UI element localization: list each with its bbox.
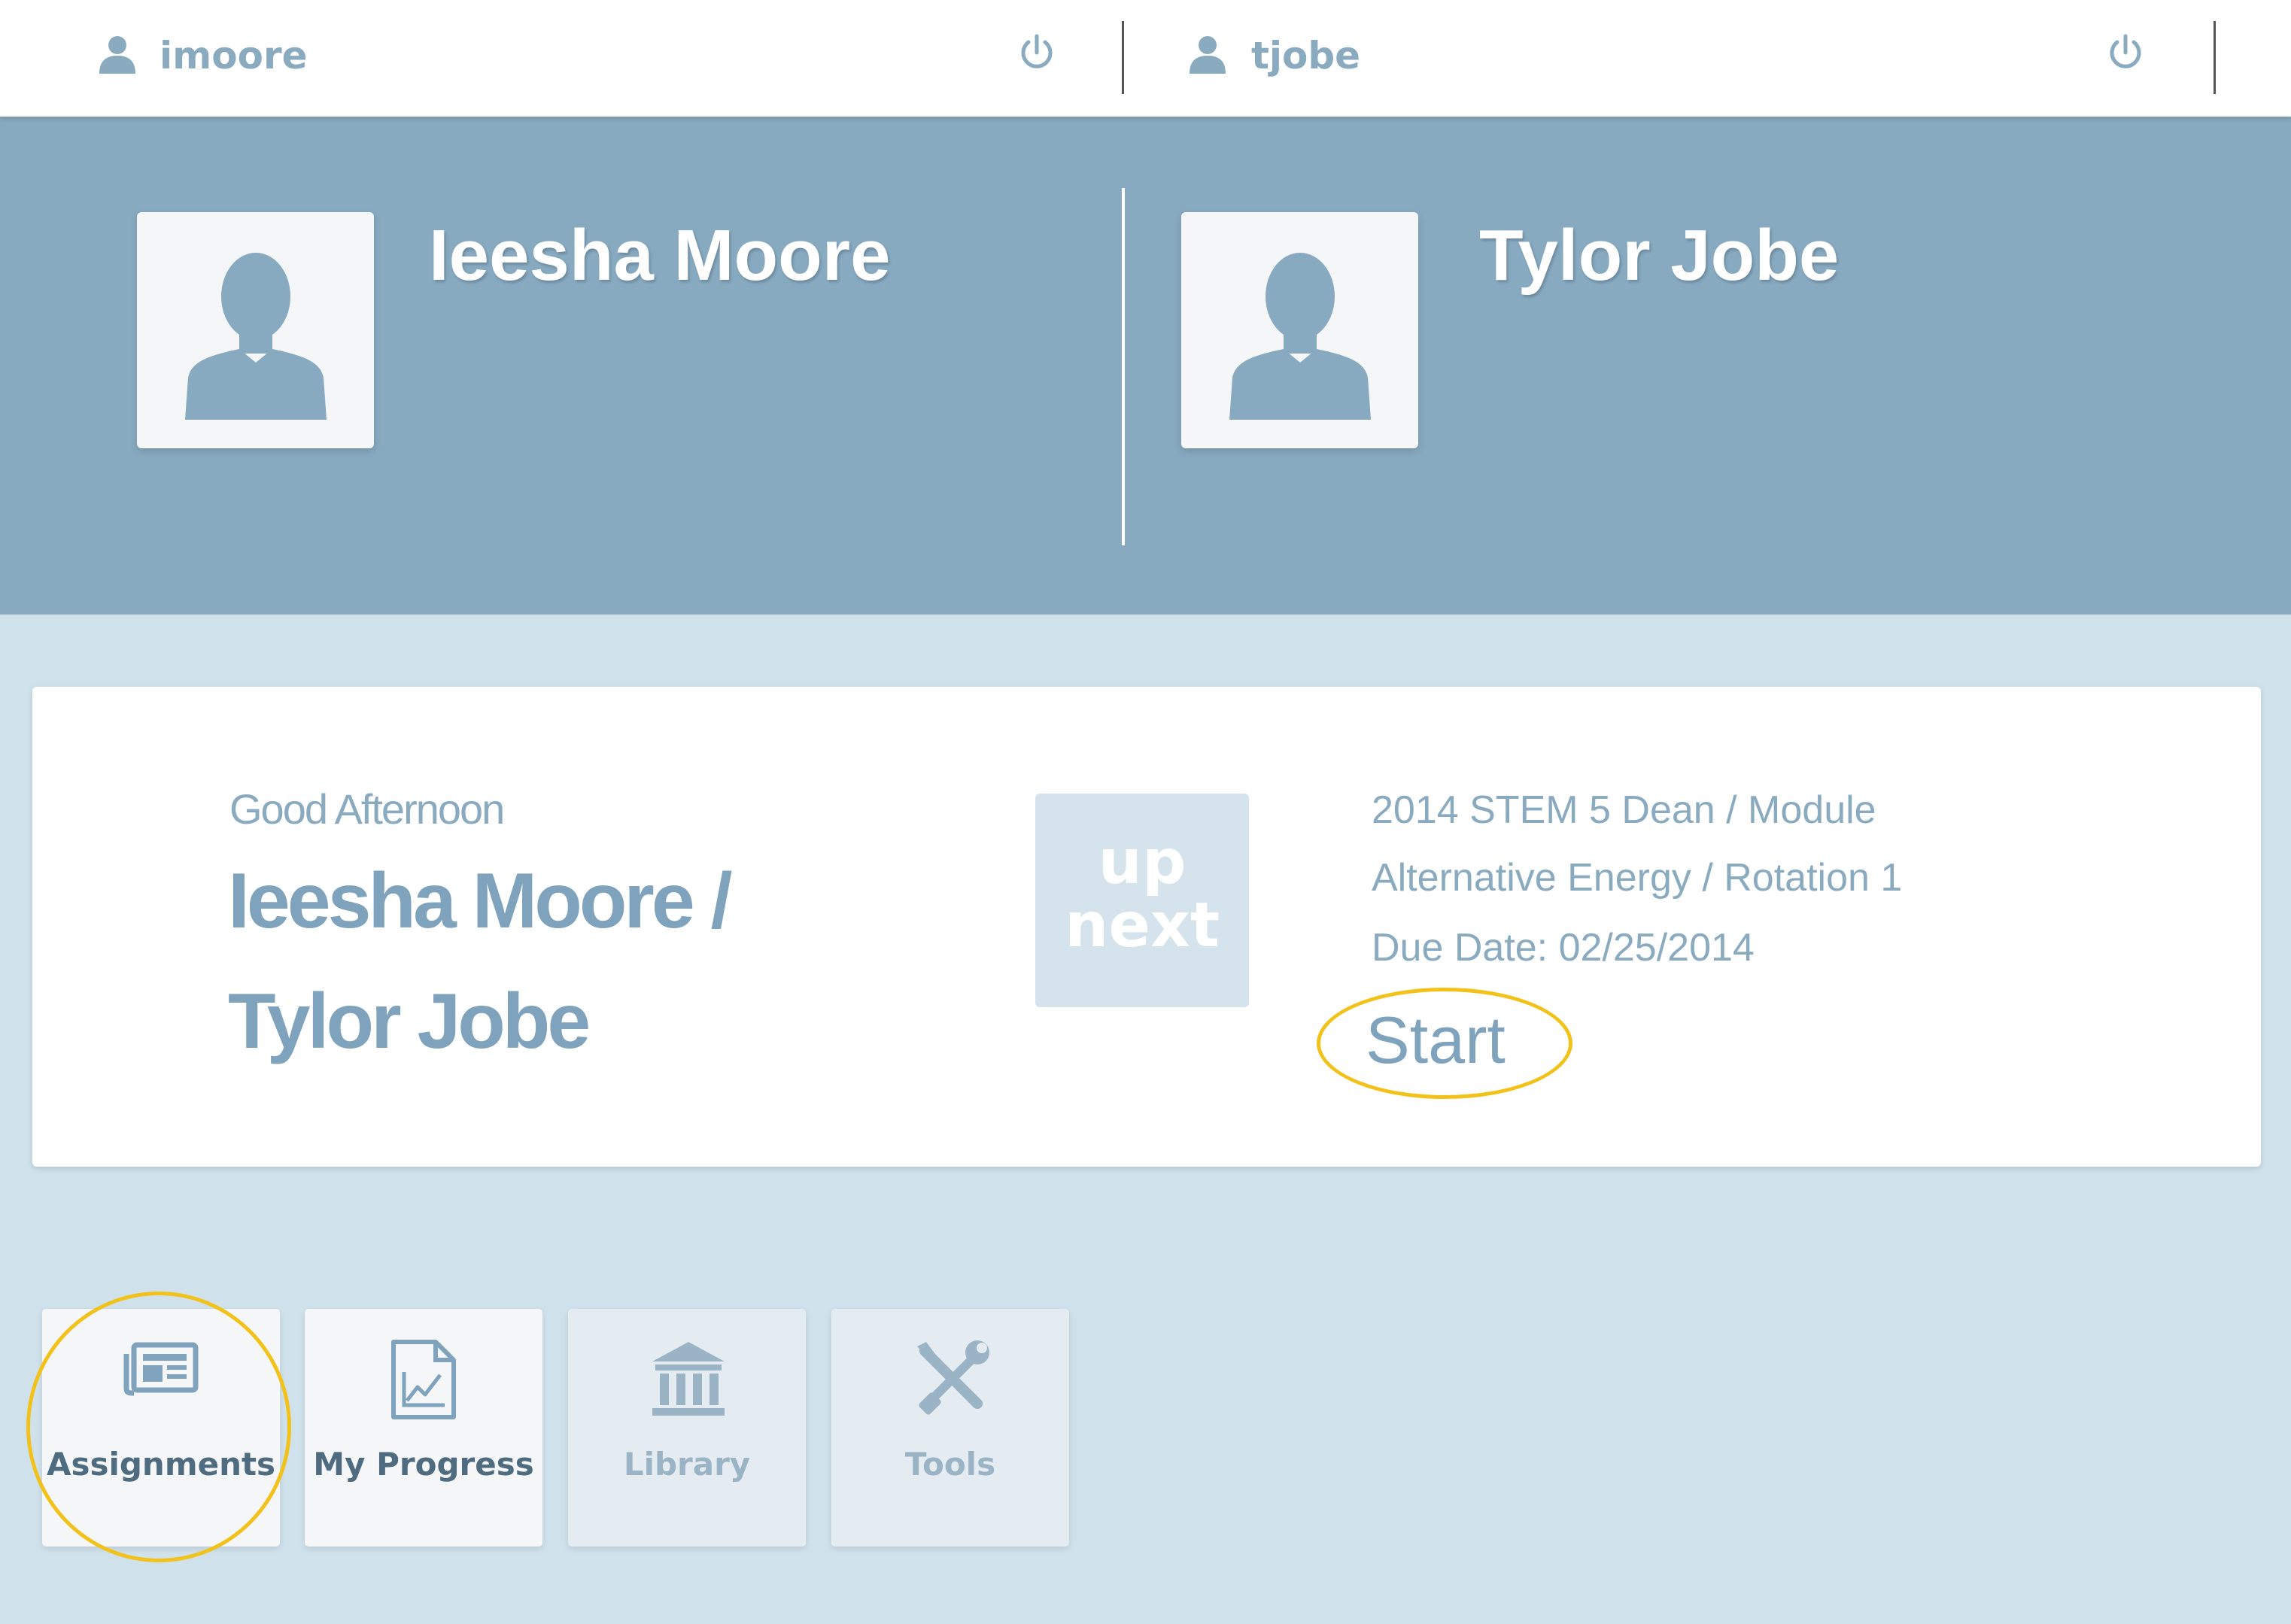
start-button[interactable]: Start xyxy=(1366,1003,1506,1078)
user-silhouette-icon xyxy=(1229,253,1371,420)
due-date: Due Date: 02/25/2014 xyxy=(1372,926,1755,970)
tile-label: My Progress xyxy=(313,1446,534,1483)
profile-full-name: Ieesha Moore xyxy=(429,215,891,296)
profile-full-name: Tylor Jobe xyxy=(1479,215,1840,296)
up-next-line-2: next xyxy=(1064,890,1220,961)
tools-icon xyxy=(917,1340,989,1415)
up-next-badge: up next xyxy=(1035,794,1249,1007)
avatar xyxy=(137,212,374,448)
greeting-text: Good Afternoon xyxy=(229,785,505,833)
topbar-divider xyxy=(1122,21,1124,94)
tile-library[interactable]: Library xyxy=(568,1309,806,1547)
assignment-course: 2014 STEM 5 Dean / Module xyxy=(1372,788,1876,832)
avatar xyxy=(1181,212,1418,448)
profile-header: Ieesha Moore Tylor Jobe xyxy=(0,117,2291,615)
up-next-card: Good Afternoon Ieesha Moore / Tylor Jobe… xyxy=(32,687,2261,1167)
logout-power-icon[interactable] xyxy=(2106,32,2145,74)
assignment-module: Alternative Energy / Rotation 1 xyxy=(1372,856,1903,900)
tile-my-progress[interactable]: My Progress xyxy=(305,1309,542,1547)
top-bar: imoore tjobe xyxy=(0,0,2291,117)
username-label: tjobe xyxy=(1251,34,1361,77)
user-silhouette-icon xyxy=(185,253,327,420)
progress-chart-icon xyxy=(391,1340,456,1419)
tile-label: Tools xyxy=(904,1446,996,1483)
username-label: imoore xyxy=(160,34,308,77)
tile-label: Assignments xyxy=(46,1446,276,1483)
user-icon xyxy=(1190,36,1226,74)
group-names: Ieesha Moore / Tylor Jobe xyxy=(228,858,732,1065)
tile-label: Library xyxy=(623,1446,751,1483)
tile-tools[interactable]: Tools xyxy=(831,1309,1069,1547)
user-session-2: tjobe xyxy=(1125,0,2216,117)
user-icon xyxy=(99,36,135,74)
header-divider xyxy=(1122,188,1125,545)
topbar-divider xyxy=(2214,21,2216,94)
logout-power-icon[interactable] xyxy=(1017,32,1056,74)
assignments-icon xyxy=(123,1342,199,1396)
user-session-1: imoore xyxy=(0,0,1125,117)
tile-assignments[interactable]: Assignments xyxy=(42,1309,280,1547)
library-icon xyxy=(652,1342,725,1416)
up-next-line-1: up xyxy=(1098,827,1187,898)
